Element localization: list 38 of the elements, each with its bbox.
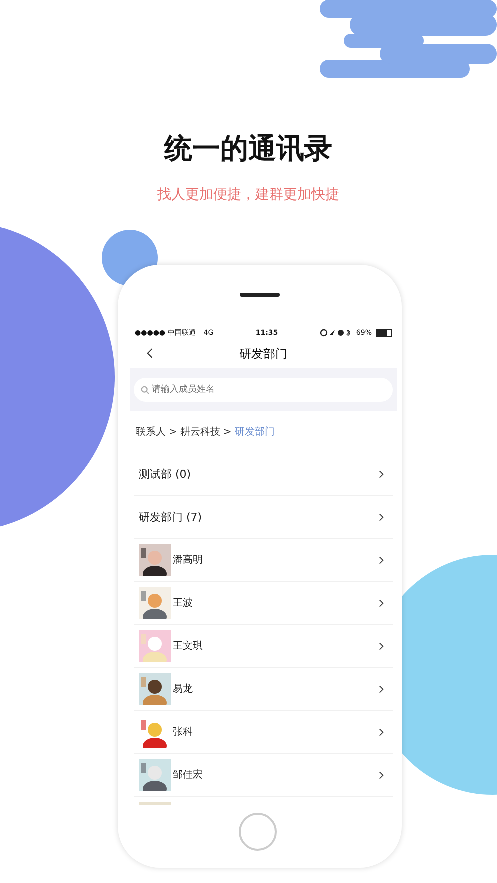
department-row[interactable]: 测试部 (0) xyxy=(134,453,393,496)
speaker-icon xyxy=(240,293,280,297)
member-row[interactable]: 张科 xyxy=(134,711,393,754)
chevron-icon xyxy=(379,556,384,564)
breadcrumb-separator: > xyxy=(223,426,232,438)
chevron-icon xyxy=(379,728,384,736)
chevron-icon xyxy=(379,770,384,780)
department-row[interactable]: 研发部门 (7) xyxy=(134,496,393,539)
chevron-icon xyxy=(379,598,384,608)
search-field[interactable]: 请输入成员姓名 xyxy=(134,378,393,402)
member-name: 易龙 xyxy=(173,682,193,696)
chevron-icon xyxy=(379,642,384,650)
department-name: 测试部 (0) xyxy=(139,466,192,482)
breadcrumb-item[interactable]: 联系人 xyxy=(136,425,166,439)
breadcrumb-separator: > xyxy=(169,426,178,438)
battery-icon xyxy=(376,328,392,336)
subheadline: 找人更加便捷，建群更加快捷 xyxy=(158,186,340,204)
search-icon xyxy=(141,386,150,395)
member-row[interactable]: 王文琪 xyxy=(134,625,393,668)
status-icons xyxy=(320,328,352,336)
headline: 统一的通讯录 xyxy=(164,131,332,167)
member-name: 邹佳宏 xyxy=(173,768,203,782)
back-icon[interactable] xyxy=(147,348,154,359)
member-name: 张科 xyxy=(173,726,193,739)
page-title: 研发部门 xyxy=(240,346,288,362)
chevron-icon xyxy=(379,684,384,694)
member-name: 王波 xyxy=(173,596,193,610)
breadcrumb-item[interactable]: 耕云科技 xyxy=(180,425,220,439)
chevron-icon xyxy=(379,470,384,478)
home-button[interactable] xyxy=(239,813,277,851)
department-name: 研发部门 (7) xyxy=(139,510,202,524)
member-row[interactable]: 潘高明 xyxy=(134,539,393,582)
member-row[interactable]: 王波 xyxy=(134,582,393,625)
member-row[interactable]: 邹佳宏 xyxy=(134,754,393,797)
member-name: 潘高明 xyxy=(173,554,203,567)
member-row[interactable]: 易龙 xyxy=(134,668,393,711)
chevron-icon xyxy=(379,512,384,522)
member-name: 王文琪 xyxy=(173,640,203,653)
